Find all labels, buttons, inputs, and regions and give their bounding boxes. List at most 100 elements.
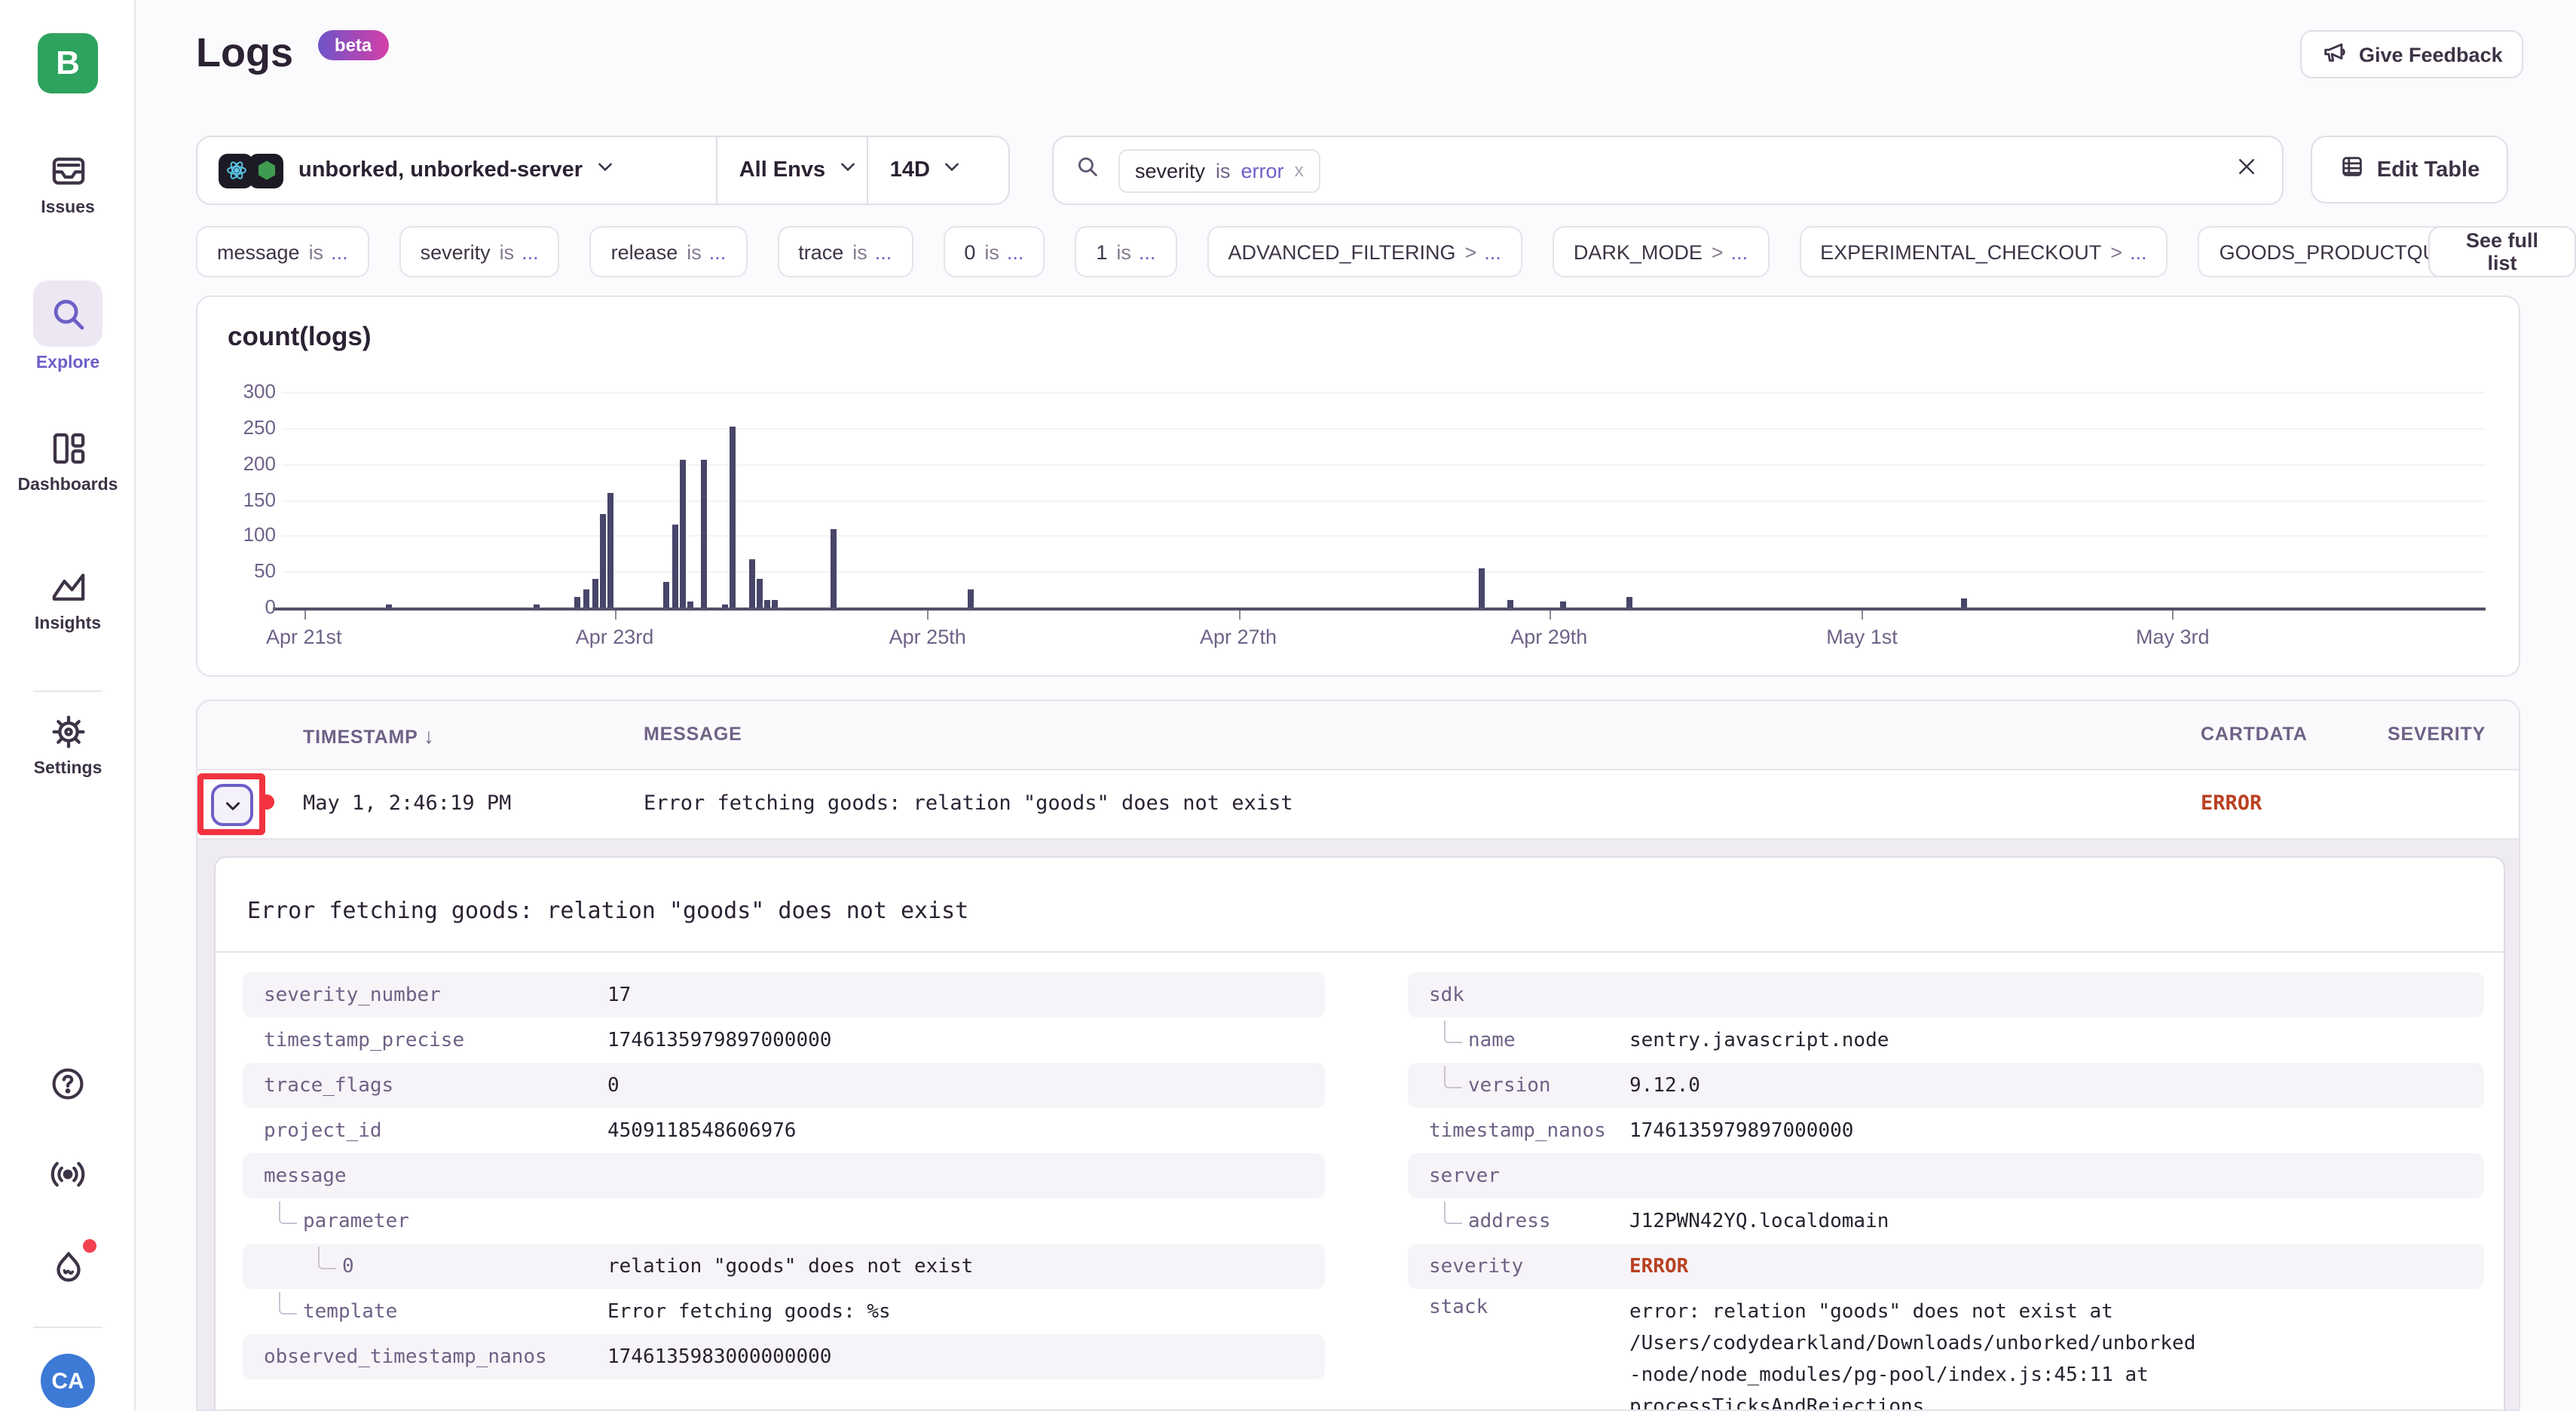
expanded-row-region: Error fetching goods: relation "goods" d… (197, 840, 2520, 1411)
attribute-row: trace_flags0 (243, 1063, 1325, 1108)
see-full-list-button[interactable]: See full list (2428, 226, 2576, 277)
chart-bar[interactable] (1560, 601, 1566, 608)
give-feedback-button[interactable]: Give Feedback (2300, 30, 2524, 78)
sidebar-item-settings[interactable]: Settings (0, 712, 136, 778)
attribute-key: name (1408, 1029, 1629, 1051)
attribute-value: relation "goods" does not exist (607, 1255, 973, 1278)
issues-icon (0, 151, 136, 191)
filter-chip-trace[interactable]: traceis... (777, 226, 913, 277)
chart-bar[interactable] (385, 604, 391, 608)
filter-chip-message[interactable]: messageis... (196, 226, 369, 277)
chart-bar[interactable] (764, 600, 770, 608)
token-key: severity (1135, 159, 1205, 182)
chart-bar[interactable] (680, 461, 686, 608)
help-icon[interactable] (48, 1064, 87, 1111)
attribute-key-text: 0 (342, 1255, 354, 1278)
attribute-key-text: parameter (303, 1210, 409, 1232)
chart-bar[interactable] (721, 604, 727, 608)
logs-count-chart-card: count(logs) 050100150200250300Apr 21stAp… (196, 295, 2520, 677)
chart-bar[interactable] (701, 461, 707, 608)
beta-badge: beta (318, 30, 388, 60)
attribute-value: Error fetching goods: %s (607, 1300, 891, 1323)
column-header-cartdata[interactable]: CARTDATA (2201, 724, 2308, 745)
chart-bar[interactable] (749, 559, 755, 608)
chart-bar[interactable] (967, 589, 973, 608)
edit-table-button[interactable]: Edit Table (2311, 136, 2508, 204)
user-avatar[interactable]: CA (41, 1354, 95, 1408)
detail-divider (216, 951, 2507, 953)
chart-bar[interactable] (533, 604, 539, 608)
chart-bar[interactable] (1507, 600, 1513, 608)
filter-chip-0[interactable]: 0is... (943, 226, 1045, 277)
megaphone-icon (2321, 39, 2347, 69)
date-range-selector[interactable]: 14D (867, 137, 1008, 204)
chart-bar[interactable] (663, 583, 669, 608)
edit-table-label: Edit Table (2377, 158, 2480, 182)
search-filter-token[interactable]: severity is error x (1118, 148, 1320, 192)
attribute-key-text: timestamp_precise (264, 1029, 464, 1051)
chart-bar[interactable] (1626, 597, 1632, 608)
chart-bar[interactable] (601, 514, 607, 608)
attribute-row: 0 relation "goods" does not exist (243, 1244, 1325, 1289)
column-header-severity[interactable]: SEVERITY (2388, 724, 2486, 745)
chart-bar[interactable] (592, 579, 598, 608)
filter-chip-1[interactable]: 1 is... (1075, 226, 1176, 277)
sidebar-item-dashboards[interactable]: Dashboards (0, 428, 136, 494)
attribute-row: version9.12.0 (1408, 1063, 2484, 1108)
attribute-row: timestamp_precise1746135979897000000 (243, 1018, 1325, 1063)
attribute-key-text: project_id (264, 1119, 382, 1142)
dashboards-icon (0, 428, 136, 469)
sidebar-divider (33, 1327, 102, 1328)
chart-y-tick-label: 200 (216, 451, 276, 474)
project-platform-icons (219, 153, 283, 188)
chart-bar[interactable] (672, 525, 678, 608)
filter-chip-experimental_checkout[interactable]: EXPERIMENTAL_CHECKOUT>... (1799, 226, 2168, 277)
row-severity-badge: ERROR (2201, 791, 2262, 816)
chart-gridline (282, 428, 2486, 430)
token-remove-icon[interactable]: x (1295, 160, 1304, 181)
chart-bar[interactable] (608, 492, 614, 608)
filter-chip-release[interactable]: releaseis... (590, 226, 748, 277)
environment-selector-value: All Envs (739, 158, 825, 182)
filter-chip-advanced_filtering[interactable]: ADVANCED_FILTERING>... (1207, 226, 1522, 277)
chart-x-tick-label: Apr 27th (1170, 626, 1306, 648)
chart-bar[interactable] (1961, 599, 1967, 608)
column-header-message[interactable]: MESSAGE (644, 724, 742, 745)
table-row[interactable]: May 1, 2:46:19 PM Error fetching goods: … (197, 770, 2519, 840)
app-root: B Issues Explore (0, 0, 2576, 1411)
sidebar-divider (33, 690, 102, 692)
token-value: error (1241, 159, 1284, 182)
chart-bar[interactable] (584, 589, 590, 608)
chart-bar[interactable] (1479, 568, 1485, 608)
filter-chip-dark_mode[interactable]: DARK_MODE>... (1553, 226, 1769, 277)
project-selector[interactable]: unborked, unborked-server (197, 137, 717, 204)
annotation-highlight-box (197, 773, 265, 835)
sidebar-item-insights[interactable]: Insights (0, 567, 136, 633)
chip-ellipsis: ... (1139, 240, 1156, 263)
chip-ellipsis: ... (2130, 240, 2147, 263)
chip-operator: is (1116, 240, 1131, 263)
chart-bar[interactable] (575, 597, 581, 608)
search-input[interactable]: severity is error x (1052, 136, 2284, 205)
whats-new-flame-icon[interactable] (48, 1248, 89, 1296)
chart-bar[interactable] (831, 528, 837, 608)
chart-bar[interactable] (687, 601, 693, 608)
chart-bar[interactable] (730, 427, 736, 608)
chart-bar[interactable] (757, 579, 763, 608)
chart-y-tick-label: 0 (216, 595, 276, 618)
page-header: Logs beta (196, 30, 388, 77)
filter-chip-severity[interactable]: severityis... (399, 226, 560, 277)
attribute-value: sentry.javascript.node (1629, 1029, 1889, 1051)
chip-operator: is (984, 240, 999, 263)
chart-bar[interactable] (772, 600, 779, 608)
chip-ellipsis: ... (331, 240, 348, 263)
column-header-timestamp[interactable]: TIMESTAMP ↓ (303, 724, 435, 748)
search-clear-icon[interactable] (2235, 155, 2258, 185)
broadcast-icon[interactable] (48, 1155, 87, 1201)
chip-key: 1 (1096, 240, 1107, 263)
org-logo[interactable]: B (38, 33, 98, 93)
attribute-row: server (1408, 1153, 2484, 1198)
environment-selector[interactable]: All Envs (717, 137, 867, 204)
sidebar-item-explore[interactable]: Explore (0, 280, 136, 372)
sidebar-item-issues[interactable]: Issues (0, 151, 136, 217)
